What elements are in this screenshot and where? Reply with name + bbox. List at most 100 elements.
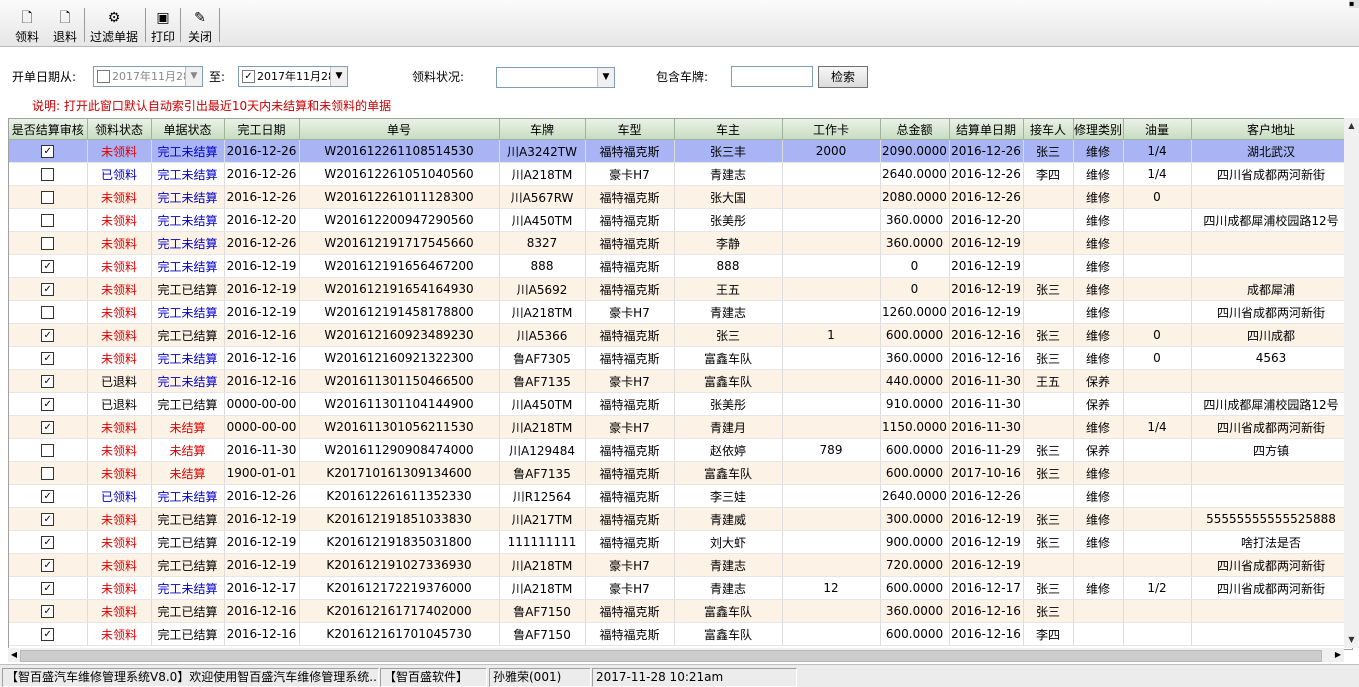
cell-fuel: [1123, 599, 1192, 623]
table-row[interactable]: ✓ 未领料 完工已结算 2016-12-16 W201612160923489230 川A…: [9, 323, 1352, 347]
cell-date: 2016-12-26: [224, 185, 300, 209]
cell-owner: 富鑫车队: [674, 369, 783, 393]
table-row[interactable]: 未领料 完工未结算 2016-12-26 W201612191717545660 832…: [9, 231, 1352, 255]
date-from-checkbox[interactable]: [97, 70, 110, 83]
table-row[interactable]: ✓ 未领料 完工未结算 2016-12-16 W201612160921322300 鲁A…: [9, 346, 1352, 370]
table-row[interactable]: 未领料 未结算 2016-11-30 W201611290908474000 川A129…: [9, 438, 1352, 462]
audit-checkbox[interactable]: [41, 444, 55, 457]
scroll-up-icon[interactable]: ▲: [1344, 118, 1359, 134]
date-to-picker[interactable]: ✓ 2017年11月28 ▼: [238, 66, 348, 87]
column-header[interactable]: 接车人: [1023, 119, 1074, 140]
filter-documents-button[interactable]: ⚙ 过滤单据: [88, 6, 140, 44]
cell-type: 保养: [1073, 392, 1124, 416]
scroll-left-icon[interactable]: ◀: [8, 648, 20, 662]
audit-checkbox[interactable]: [41, 237, 55, 250]
column-header[interactable]: 油量: [1123, 119, 1192, 140]
scrollbar-thumb[interactable]: [20, 650, 1322, 662]
audit-checkbox[interactable]: ✓: [41, 145, 55, 158]
audit-checkbox[interactable]: [41, 191, 55, 204]
column-header[interactable]: 单据状态: [151, 119, 225, 140]
table-row[interactable]: 未领料 未结算 1900-01-01 K201710161309134600 鲁AF71…: [9, 461, 1352, 485]
column-header[interactable]: 是否结算审核: [9, 119, 88, 140]
audit-checkbox[interactable]: ✓: [41, 490, 55, 503]
pick-material-button[interactable]: 🗋 领料: [12, 6, 42, 44]
audit-checkbox[interactable]: [41, 467, 55, 480]
chevron-down-icon[interactable]: ▼: [185, 67, 202, 86]
date-from-picker[interactable]: 2017年11月28 ▼: [93, 66, 203, 87]
table-row[interactable]: 未领料 完工未结算 2016-12-20 W201612200947290560 川A4…: [9, 208, 1352, 232]
scroll-down-icon[interactable]: ▼: [1344, 632, 1359, 648]
audit-checkbox[interactable]: ✓: [41, 352, 55, 365]
table-row[interactable]: ✓ 未领料 完工已结算 2016-12-19 K201612191851033830 川A…: [9, 507, 1352, 531]
audit-checkbox[interactable]: ✓: [41, 329, 55, 342]
audit-checkbox[interactable]: ✓: [41, 421, 55, 434]
print-button[interactable]: ▣ 打印: [149, 6, 177, 44]
column-header[interactable]: 结算单日期: [949, 119, 1024, 140]
cell-doc: 完工未结算: [151, 300, 225, 324]
audit-checkbox[interactable]: ✓: [41, 283, 55, 296]
table-row[interactable]: ✓ 未领料 完工未结算 2016-12-17 K201612172219376000 川A…: [9, 576, 1352, 600]
audit-checkbox[interactable]: ✓: [41, 375, 55, 388]
column-header[interactable]: 客户地址: [1191, 119, 1352, 140]
audit-checkbox-cell: ✓: [9, 277, 88, 301]
column-header[interactable]: 总金额: [880, 119, 950, 140]
audit-checkbox[interactable]: ✓: [41, 582, 55, 595]
cell-card: [782, 622, 881, 646]
table-row[interactable]: ✓ 已退料 完工未结算 2016-12-16 W201611301150466500 鲁A…: [9, 369, 1352, 393]
cell-owner: 富鑫车队: [674, 622, 783, 646]
cell-amount: 300.0000: [880, 507, 950, 531]
column-header[interactable]: 车型: [585, 119, 675, 140]
audit-checkbox[interactable]: [41, 168, 55, 181]
table-row[interactable]: ✓ 未领料 未结算 0000-00-00 W201611301056211530 川A21…: [9, 415, 1352, 439]
scroll-right-icon[interactable]: ▶: [1332, 648, 1344, 662]
audit-checkbox[interactable]: ✓: [41, 536, 55, 549]
close-button[interactable]: ✎ 关闭: [184, 6, 216, 44]
table-row[interactable]: ✓ 未领料 完工已结算 2016-12-16 K201612161717402000 鲁A…: [9, 599, 1352, 623]
table-row[interactable]: ✓ 已领料 完工未结算 2016-12-26 K201612261611352330 川R…: [9, 484, 1352, 508]
cell-plate: 川A218TM: [499, 162, 586, 186]
close-label: 关闭: [187, 30, 212, 44]
cell-date: 2016-12-26: [224, 139, 300, 163]
horizontal-scrollbar[interactable]: ◀ ▶: [8, 648, 1344, 662]
table-row[interactable]: ✓ 未领料 完工未结算 2016-12-19 W201612191656467200 88…: [9, 254, 1352, 278]
table-row[interactable]: 已领料 完工未结算 2016-12-26 W201612261051040560 川A2…: [9, 162, 1352, 186]
column-header[interactable]: 领料状态: [87, 119, 152, 140]
table-row[interactable]: ✓ 未领料 完工已结算 2016-12-19 W201612191654164930 川A…: [9, 277, 1352, 301]
return-material-button[interactable]: 🗋 退料: [50, 6, 80, 44]
column-header[interactable]: 车主: [674, 119, 783, 140]
column-header[interactable]: 工作卡: [782, 119, 881, 140]
cell-doc: 完工已结算: [151, 277, 225, 301]
table-row[interactable]: ✓ 未领料 完工未结算 2016-12-26 W201612261108514530 川A…: [9, 139, 1352, 163]
window-close-icon[interactable]: ▪: [1349, 0, 1359, 8]
chevron-down-icon[interactable]: ▼: [330, 67, 347, 86]
audit-checkbox[interactable]: ✓: [41, 605, 55, 618]
status-select[interactable]: ▼: [496, 67, 615, 88]
audit-checkbox[interactable]: ✓: [41, 398, 55, 411]
table-row[interactable]: ✓ 已退料 完工已结算 0000-00-00 W201611301104144900 川A…: [9, 392, 1352, 416]
audit-checkbox[interactable]: [41, 306, 55, 319]
audit-checkbox[interactable]: ✓: [41, 513, 55, 526]
column-header[interactable]: 车牌: [499, 119, 586, 140]
column-header[interactable]: 修理类别: [1073, 119, 1124, 140]
vertical-scrollbar[interactable]: ▲ ▼: [1344, 118, 1359, 648]
date-to-checkbox[interactable]: ✓: [242, 70, 255, 83]
search-button[interactable]: 检索: [818, 66, 868, 88]
audit-checkbox[interactable]: ✓: [41, 559, 55, 572]
audit-checkbox[interactable]: [41, 214, 55, 227]
cell-doc: 完工未结算: [151, 346, 225, 370]
table-row[interactable]: ✓ 未领料 完工已结算 2016-12-19 K201612191835031800 11…: [9, 530, 1352, 554]
audit-checkbox[interactable]: ✓: [41, 628, 55, 641]
cell-settle: 2016-12-17: [949, 576, 1024, 600]
cell-amount: 600.0000: [880, 323, 950, 347]
table-row[interactable]: ✓ 未领料 完工已结算 2016-12-16 K201612161701045730 鲁A…: [9, 622, 1352, 646]
plate-input[interactable]: [731, 66, 813, 87]
table-row[interactable]: 未领料 完工未结算 2016-12-19 W201612191458178800 川A2…: [9, 300, 1352, 324]
chevron-down-icon[interactable]: ▼: [597, 68, 614, 87]
cell-fuel: [1123, 461, 1192, 485]
table-row[interactable]: ✓ 未领料 完工已结算 2016-12-19 K201612191027336930 川A…: [9, 553, 1352, 577]
audit-checkbox[interactable]: ✓: [41, 260, 55, 273]
column-header[interactable]: 完工日期: [224, 119, 300, 140]
cell-no: W201612261051040560: [299, 162, 500, 186]
column-header[interactable]: 单号: [299, 119, 500, 140]
table-row[interactable]: 未领料 完工未结算 2016-12-26 W201612261011128300 川A5…: [9, 185, 1352, 209]
